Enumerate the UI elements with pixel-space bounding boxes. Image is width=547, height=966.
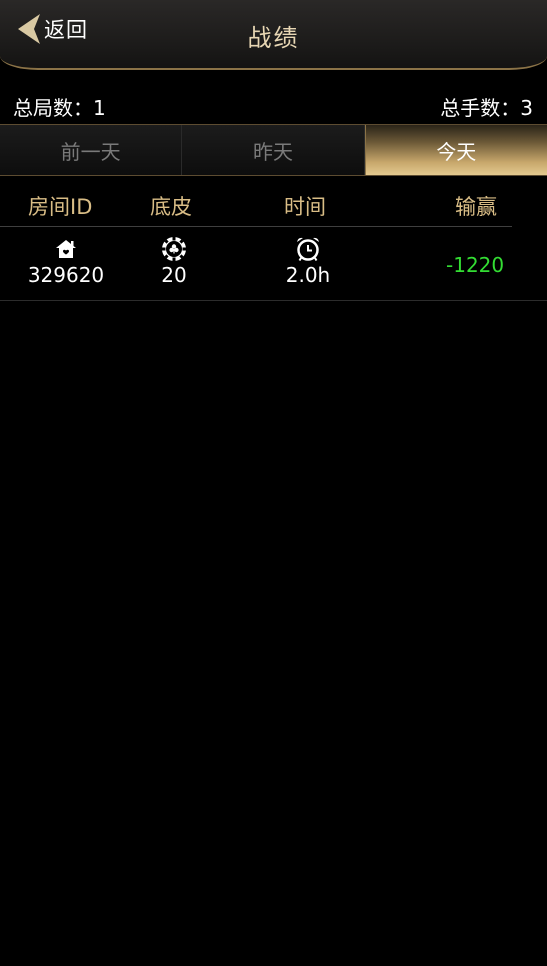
column-header-time: 时间 bbox=[284, 195, 326, 219]
top-bar: 返回 战绩 bbox=[0, 0, 547, 70]
time-value: 2.0h bbox=[285, 263, 331, 287]
column-header-room-id: 房间ID bbox=[28, 195, 93, 219]
win-loss-value: -1220 bbox=[446, 253, 505, 277]
poker-chip-icon bbox=[160, 235, 188, 263]
base-value: 20 bbox=[161, 263, 187, 287]
tab-today[interactable]: 今天 bbox=[364, 125, 547, 175]
alarm-clock-icon bbox=[294, 235, 322, 263]
house-icon bbox=[52, 235, 80, 263]
total-games-label: 总局数：1 bbox=[13, 96, 106, 120]
tab-day-before-yesterday[interactable]: 前一天 bbox=[0, 125, 183, 175]
total-hands-label: 总手数：3 bbox=[440, 96, 533, 120]
column-header-result: 输赢 bbox=[455, 195, 497, 219]
page-title: 战绩 bbox=[247, 24, 300, 52]
table-row[interactable]: 329620 20 2.0h -1220 bbox=[0, 227, 547, 301]
room-id-value: 329620 bbox=[27, 263, 105, 287]
base-cell: 20 bbox=[154, 235, 194, 287]
tab-yesterday[interactable]: 昨天 bbox=[182, 125, 365, 175]
summary-bar: 总局数：1 总手数：3 bbox=[0, 88, 547, 120]
column-header-base: 底皮 bbox=[150, 195, 192, 219]
room-id-cell: 329620 bbox=[27, 235, 105, 287]
table-header: 房间ID 底皮 时间 输赢 bbox=[0, 176, 547, 226]
date-tabs: 前一天 昨天 今天 bbox=[0, 124, 547, 176]
time-cell: 2.0h bbox=[282, 235, 334, 287]
